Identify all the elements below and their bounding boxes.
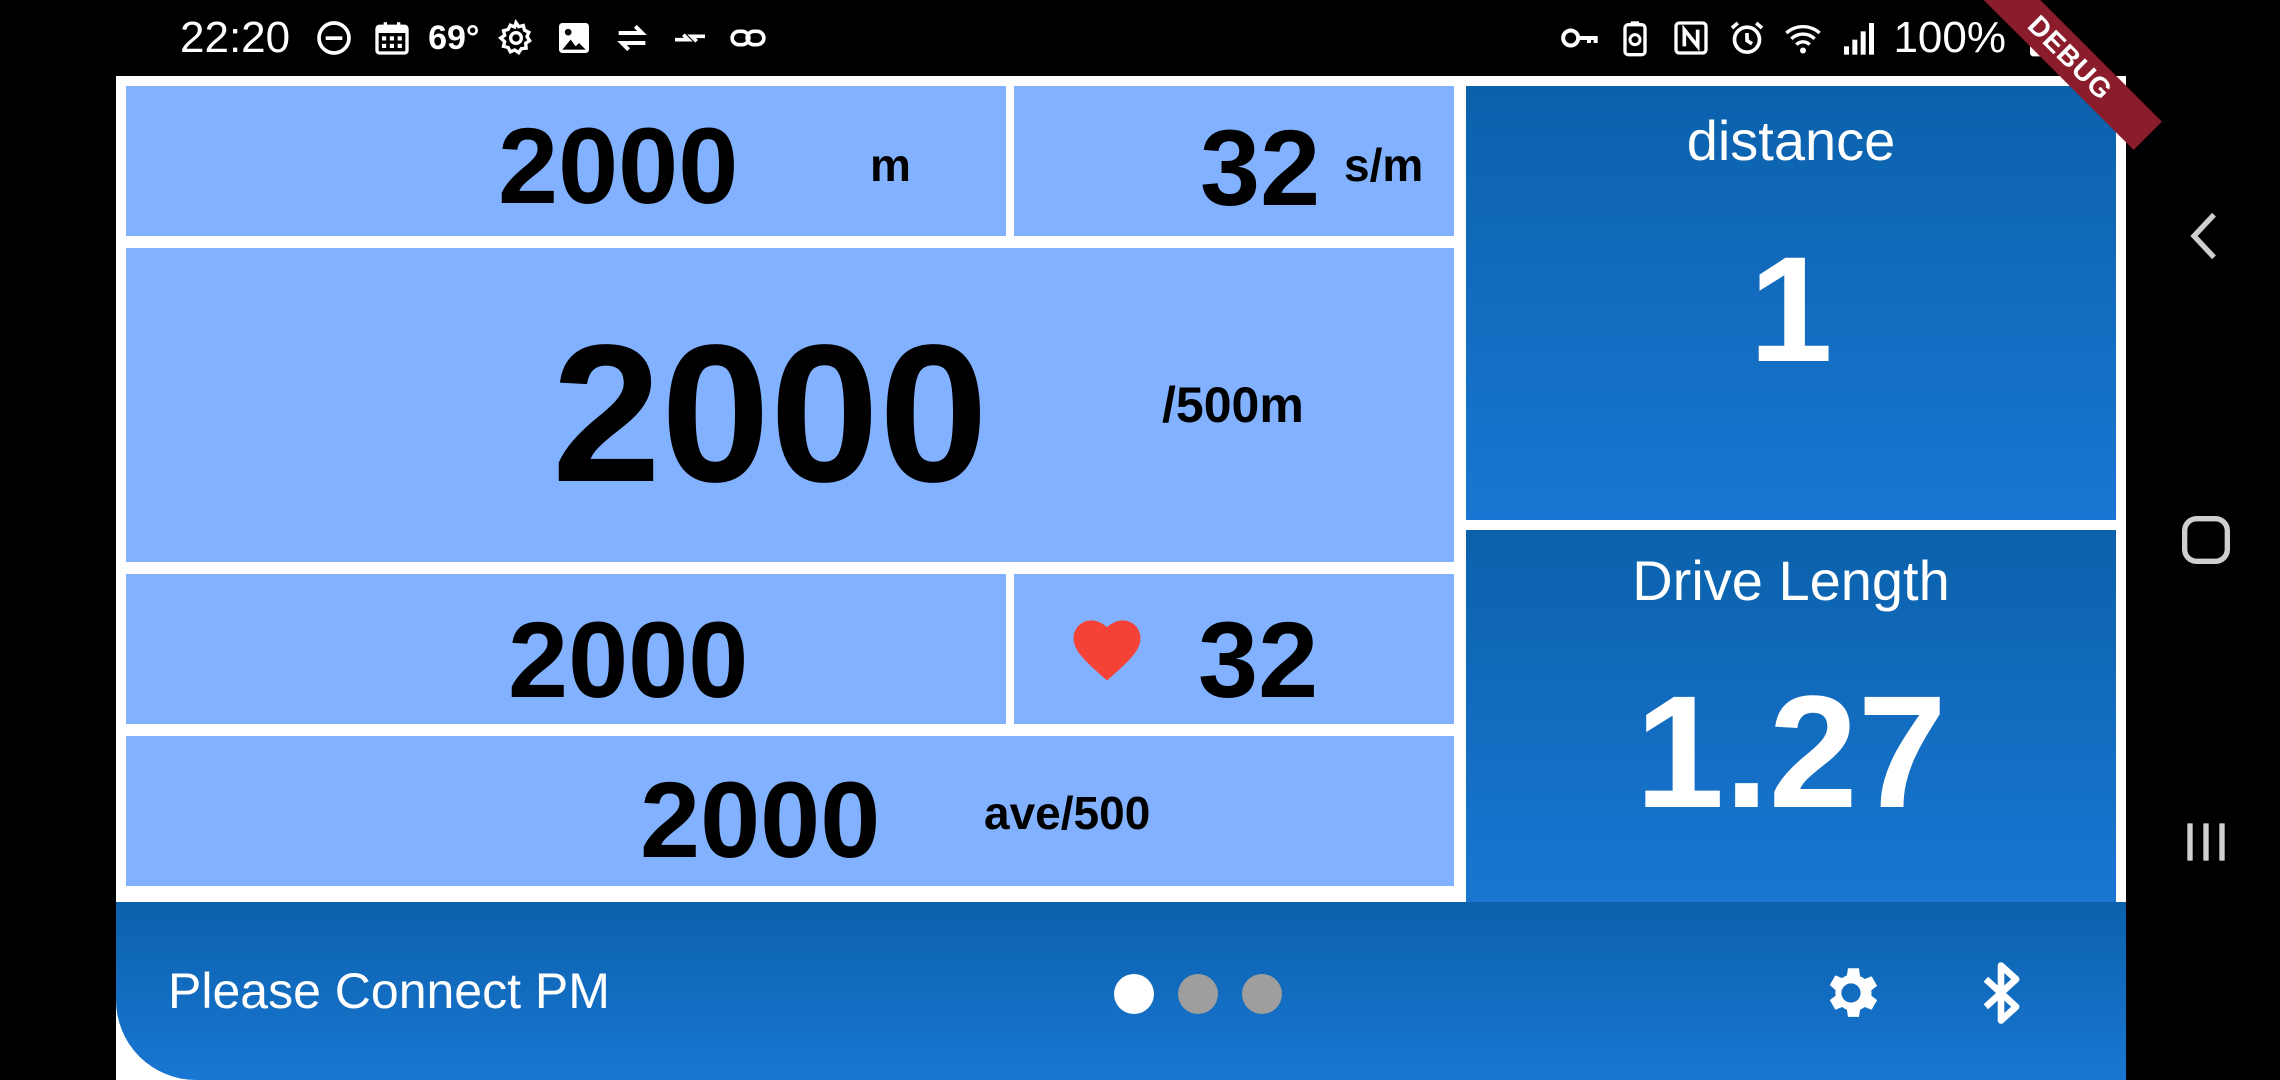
split-cell: 2000 /500m	[126, 248, 1454, 562]
meters-value: 2000	[498, 105, 739, 226]
stroke-rate-value: 32	[1200, 107, 1321, 228]
drive-length-panel-value: 1.27	[1635, 662, 1947, 841]
data-transfer-icon	[668, 16, 712, 60]
do-not-disturb-icon	[312, 16, 356, 60]
split-unit: /500m	[1162, 377, 1304, 433]
average-split-cell: 2000 ave/500	[126, 736, 1454, 886]
heart-rate-cell: 32	[1014, 574, 1454, 724]
alarm-icon	[1725, 16, 1769, 60]
bluetooth-icon	[1983, 962, 2020, 1024]
average-split-unit: ave/500	[984, 787, 1151, 839]
gear-icon	[1829, 968, 1878, 1017]
stroke-rate-cell: 32 s/m	[1014, 86, 1454, 236]
secondary-value-cell: 2000	[126, 574, 1006, 724]
recents-icon	[2187, 823, 2225, 861]
bottom-bar: Please Connect PM	[116, 902, 2126, 1080]
nav-recents-button[interactable]	[2166, 802, 2246, 882]
status-bar-left: 22:20 69°	[180, 8, 770, 68]
meters-cell: 2000 m	[126, 86, 1006, 236]
drive-length-panel-title: Drive Length	[1632, 549, 1950, 612]
secondary-value: 2000	[508, 599, 749, 720]
page-dot-1[interactable]	[1114, 974, 1154, 1014]
back-icon	[2190, 212, 2216, 260]
battery-percentage: 100%	[1893, 13, 2006, 62]
status-bar: 22:20 69° 100%	[0, 0, 2280, 76]
connection-status-text: Please Connect PM	[168, 963, 610, 1019]
sync-arrows-icon	[610, 16, 654, 60]
gallery-icon	[552, 16, 596, 60]
heart-icon	[1072, 618, 1142, 682]
distance-panel-title: distance	[1686, 109, 1896, 172]
nav-back-button[interactable]	[2166, 196, 2246, 276]
average-split-value: 2000	[640, 759, 881, 880]
distance-panel-value: 1	[1749, 225, 1833, 393]
page-indicator[interactable]	[1114, 974, 1282, 1014]
heart-rate-value: 32	[1198, 599, 1319, 720]
system-nav-bar	[2126, 0, 2280, 1080]
home-icon	[2182, 516, 2230, 564]
drive-length-panel: Drive Length 1.27	[1466, 530, 2116, 902]
page-dot-2[interactable]	[1178, 974, 1218, 1014]
settings-icon	[494, 16, 538, 60]
meters-unit: m	[870, 139, 911, 191]
split-value: 2000	[552, 304, 989, 523]
clock: 22:20	[180, 13, 291, 62]
page-dot-3[interactable]	[1242, 974, 1282, 1014]
nav-home-button[interactable]	[2166, 500, 2246, 580]
phone-screen: 22:20 69° 100% DEBUG 2000 m 32 s/m 2000 …	[0, 0, 2280, 1080]
vpn-key-icon	[1557, 16, 1601, 60]
distance-panel: distance 1	[1466, 86, 2116, 520]
battery-saver-icon	[1613, 16, 1657, 60]
wifi-icon	[1781, 16, 1825, 60]
nfc-icon	[1669, 16, 1713, 60]
bluetooth-button[interactable]	[1964, 956, 2038, 1030]
status-bar-right: 100%	[1557, 8, 2062, 68]
stroke-rate-unit: s/m	[1344, 139, 1424, 191]
weather-temperature: 69°	[428, 18, 480, 57]
settings-button[interactable]	[1814, 956, 1888, 1030]
calendar-icon	[370, 16, 414, 60]
signal-icon	[1837, 16, 1881, 60]
link-icon	[726, 16, 770, 60]
